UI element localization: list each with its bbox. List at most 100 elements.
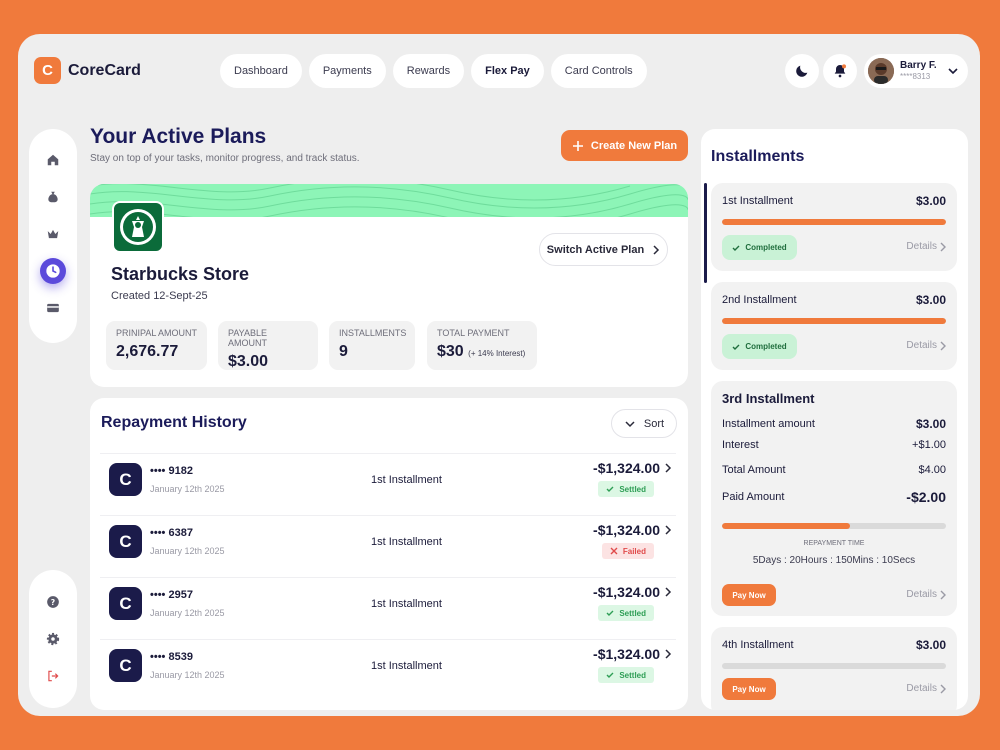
completed-badge: Completed: [722, 235, 797, 260]
check-icon: [732, 344, 740, 350]
payment-date: January 12th 2025: [150, 484, 225, 494]
installment-progress: [722, 663, 946, 669]
total-amount-label: Total Amount: [722, 464, 786, 476]
paid-amount-label: Paid Amount: [722, 491, 785, 503]
status-text: Settled: [619, 670, 646, 680]
interest-value: +$1.00: [912, 439, 946, 451]
payment-amount: -$1,324.00: [593, 584, 660, 600]
status-badge: Settled: [598, 605, 654, 621]
logout-icon: [48, 670, 59, 682]
close-icon: [610, 547, 618, 555]
stat-value-amount: $30: [437, 343, 464, 360]
clock-icon: [46, 264, 60, 278]
top-nav: Dashboard Payments Rewards Flex Pay Card…: [220, 54, 647, 88]
details-label: Details: [906, 241, 937, 252]
sort-button[interactable]: Sort: [611, 409, 677, 438]
chevron-down-icon: [948, 68, 958, 75]
chevron-right-icon: [653, 244, 660, 255]
installments-panel: Installments 1st Installment $3.00 Compl…: [701, 129, 968, 710]
credit-card-icon: [47, 303, 59, 313]
installment-name: 1st Installment: [722, 195, 793, 207]
repayment-time-countdown: 5Days : 20Hours : 150Mins : 10Secs: [752, 555, 916, 566]
installment-card[interactable]: 2nd Installment $3.00 Completed Details: [711, 282, 957, 370]
sidebar-item-rewards[interactable]: [40, 221, 66, 247]
stat-value: $30 (+ 14% Interest): [437, 343, 527, 361]
check-icon: [606, 610, 614, 616]
repayment-title: Repayment History: [101, 414, 247, 431]
plus-icon: [572, 140, 583, 151]
installment-progress: [722, 318, 946, 324]
installments-title: Installments: [711, 148, 805, 165]
stat-note: (+ 14% Interest): [468, 349, 526, 358]
chevron-right-icon: [665, 463, 672, 473]
create-plan-button[interactable]: Create New Plan: [561, 130, 688, 161]
details-link[interactable]: Details: [906, 340, 946, 351]
stat-label: PRINIPAL AMOUNT: [116, 328, 198, 338]
money-bag-icon: [48, 191, 58, 203]
chevron-right-icon: [940, 242, 946, 251]
table-row[interactable]: C •••• 8539 January 12th 2025 1st Instal…: [100, 639, 676, 701]
sidebar-main: [29, 129, 77, 343]
theme-toggle-button[interactable]: [785, 54, 819, 88]
chevron-right-icon: [665, 525, 672, 535]
nav-rewards[interactable]: Rewards: [392, 54, 465, 88]
progress-fill: [722, 318, 946, 324]
stat-installments: INSTALLMENTS 9: [329, 321, 415, 370]
table-row[interactable]: C •••• 6387 January 12th 2025 1st Instal…: [100, 515, 676, 577]
sidebar-item-home[interactable]: [40, 147, 66, 173]
help-icon: ?: [47, 596, 59, 608]
app-logo[interactable]: C CoreCard: [34, 57, 141, 84]
nav-dashboard[interactable]: Dashboard: [220, 54, 302, 88]
sort-label: Sort: [643, 417, 665, 430]
installment-progress: [722, 219, 946, 225]
payment-amount: -$1,324.00: [593, 460, 660, 476]
active-plan-card: Switch Active Plan Starbucks Store Creat…: [90, 184, 688, 387]
installment-name: 3rd Installment: [722, 391, 815, 406]
installment-card-expanded[interactable]: 3rd Installment Installment amount $3.00…: [711, 381, 957, 616]
details-link[interactable]: Details: [906, 241, 946, 252]
profile-menu[interactable]: Barry F. ****8313: [864, 54, 968, 88]
paid-amount-value: -$2.00: [906, 489, 946, 505]
home-icon: [47, 154, 59, 166]
pay-now-button[interactable]: Pay Now: [722, 678, 776, 700]
store-name: Starbucks Store: [111, 264, 250, 284]
installment-amount: $3.00: [915, 293, 946, 307]
sidebar-item-wallet[interactable]: [40, 184, 66, 210]
stat-value: 9: [339, 343, 348, 360]
status-badge: Settled: [598, 667, 654, 683]
status-text: Completed: [745, 342, 787, 351]
nav-card-controls[interactable]: Card Controls: [550, 54, 647, 88]
app-window: C CoreCard Dashboard Payments Rewards Fl…: [18, 34, 980, 716]
sidebar-item-cards[interactable]: [40, 295, 66, 321]
table-row[interactable]: C •••• 2957 January 12th 2025 1st Instal…: [100, 577, 676, 639]
payment-description: 1st Installment: [371, 660, 442, 672]
switch-plan-button[interactable]: Switch Active Plan: [539, 233, 668, 266]
sidebar-item-logout[interactable]: [40, 663, 66, 689]
app-name: CoreCard: [68, 61, 141, 79]
sidebar-item-help[interactable]: ?: [40, 589, 66, 615]
details-link[interactable]: Details: [906, 589, 946, 600]
nav-flex-pay[interactable]: Flex Pay: [471, 54, 544, 88]
page-subtitle: Stay on top of your tasks, monitor progr…: [90, 153, 360, 164]
installment-progress: [722, 523, 946, 529]
wave-pattern: [90, 184, 688, 229]
interest-label: Interest: [722, 439, 759, 451]
completed-badge: Completed: [722, 334, 797, 359]
details-link[interactable]: Details: [906, 683, 946, 694]
sidebar-item-settings[interactable]: [40, 626, 66, 652]
installment-card[interactable]: 1st Installment $3.00 Completed Details: [711, 183, 957, 271]
nav-payments[interactable]: Payments: [308, 54, 386, 88]
table-row[interactable]: C •••• 9182 January 12th 2025 1st Instal…: [100, 453, 676, 515]
chevron-down-icon: [625, 420, 635, 427]
check-icon: [606, 486, 614, 492]
notifications-button[interactable]: [823, 54, 857, 88]
pay-now-button[interactable]: Pay Now: [722, 584, 776, 606]
installment-card[interactable]: 4th Installment $3.00 Pay Now Details: [711, 627, 957, 710]
switch-plan-label: Switch Active Plan: [546, 243, 645, 256]
card-number: •••• 8539: [150, 651, 193, 663]
repayment-history-card: Repayment History Sort C •••• 9182 Janua…: [90, 398, 688, 710]
installment-name: 4th Installment: [722, 639, 794, 651]
sidebar-item-flex-pay[interactable]: [40, 258, 66, 284]
stat-value: 2,676.77: [116, 343, 179, 360]
chevron-right-icon: [940, 684, 946, 693]
